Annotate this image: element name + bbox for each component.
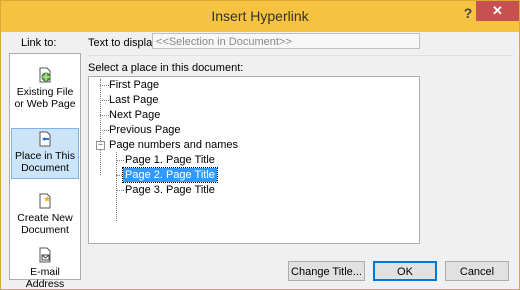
help-button[interactable]: ? <box>460 5 476 21</box>
tree-line <box>100 130 109 131</box>
cancel-button[interactable]: Cancel <box>445 261 509 281</box>
nav-label-line1: Place in This <box>15 150 75 162</box>
collapse-expander-icon[interactable]: − <box>96 141 105 150</box>
select-place-label: Select a place in this document: <box>88 62 244 74</box>
tree-item[interactable]: Page 1. Page Title <box>125 153 215 167</box>
document-place-icon <box>39 131 51 147</box>
tree-line <box>100 79 101 175</box>
tree-line <box>100 115 109 116</box>
nav-label-line1: Create New <box>17 212 73 224</box>
nav-label-line2: Address <box>25 278 65 290</box>
tree-line <box>116 152 117 221</box>
nav-label-line2: or Web Page <box>14 98 76 110</box>
nav-label-line1: E-mail <box>30 266 60 278</box>
link-to-place-in-document[interactable]: Place in This Document <box>11 128 79 179</box>
new-document-icon <box>39 193 51 209</box>
tree-item[interactable]: Next Page <box>109 108 160 122</box>
text-to-display-field[interactable]: <<Selection in Document>> <box>152 33 420 49</box>
tree-line <box>116 190 124 191</box>
close-button[interactable]: ✕ <box>476 1 519 21</box>
divider <box>88 55 513 56</box>
tree-item[interactable]: Last Page <box>109 93 159 107</box>
insert-hyperlink-dialog: Insert Hyperlink ? ✕ Link to: Existing F… <box>0 0 520 290</box>
change-title-button[interactable]: Change Title... <box>288 261 365 281</box>
link-to-email-address[interactable]: E-mail Address <box>11 247 79 290</box>
title-bar: Insert Hyperlink ? ✕ <box>1 1 519 32</box>
tree-item[interactable]: Previous Page <box>109 123 181 137</box>
link-to-create-new-document[interactable]: Create New Document <box>11 193 79 236</box>
globe-page-icon <box>39 67 51 83</box>
tree-item[interactable]: First Page <box>109 78 159 92</box>
tree-line <box>116 160 124 161</box>
tree-line <box>100 100 109 101</box>
tree-item-group[interactable]: Page numbers and names <box>109 138 238 152</box>
nav-label-line1: Existing File <box>16 86 74 98</box>
nav-label-line2: Document <box>21 162 69 174</box>
link-to-label: Link to: <box>21 37 57 49</box>
tree-line <box>100 85 109 86</box>
dialog-title: Insert Hyperlink <box>211 8 309 24</box>
link-to-existing-file[interactable]: Existing File or Web Page <box>11 67 79 110</box>
text-to-display-label: Text to display: <box>88 37 161 49</box>
place-tree[interactable]: First Page Last Page Next Page Previous … <box>88 76 420 244</box>
email-icon <box>39 247 51 263</box>
tree-item[interactable]: Page 3. Page Title <box>125 183 215 197</box>
tree-item-selected[interactable]: Page 2. Page Title <box>122 167 218 183</box>
dialog-body: Link to: Existing File or Web Page Place… <box>1 32 519 290</box>
link-to-panel: Existing File or Web Page Place in This … <box>9 53 81 290</box>
nav-label-line2: Document <box>21 224 69 236</box>
ok-button[interactable]: OK <box>373 261 437 281</box>
